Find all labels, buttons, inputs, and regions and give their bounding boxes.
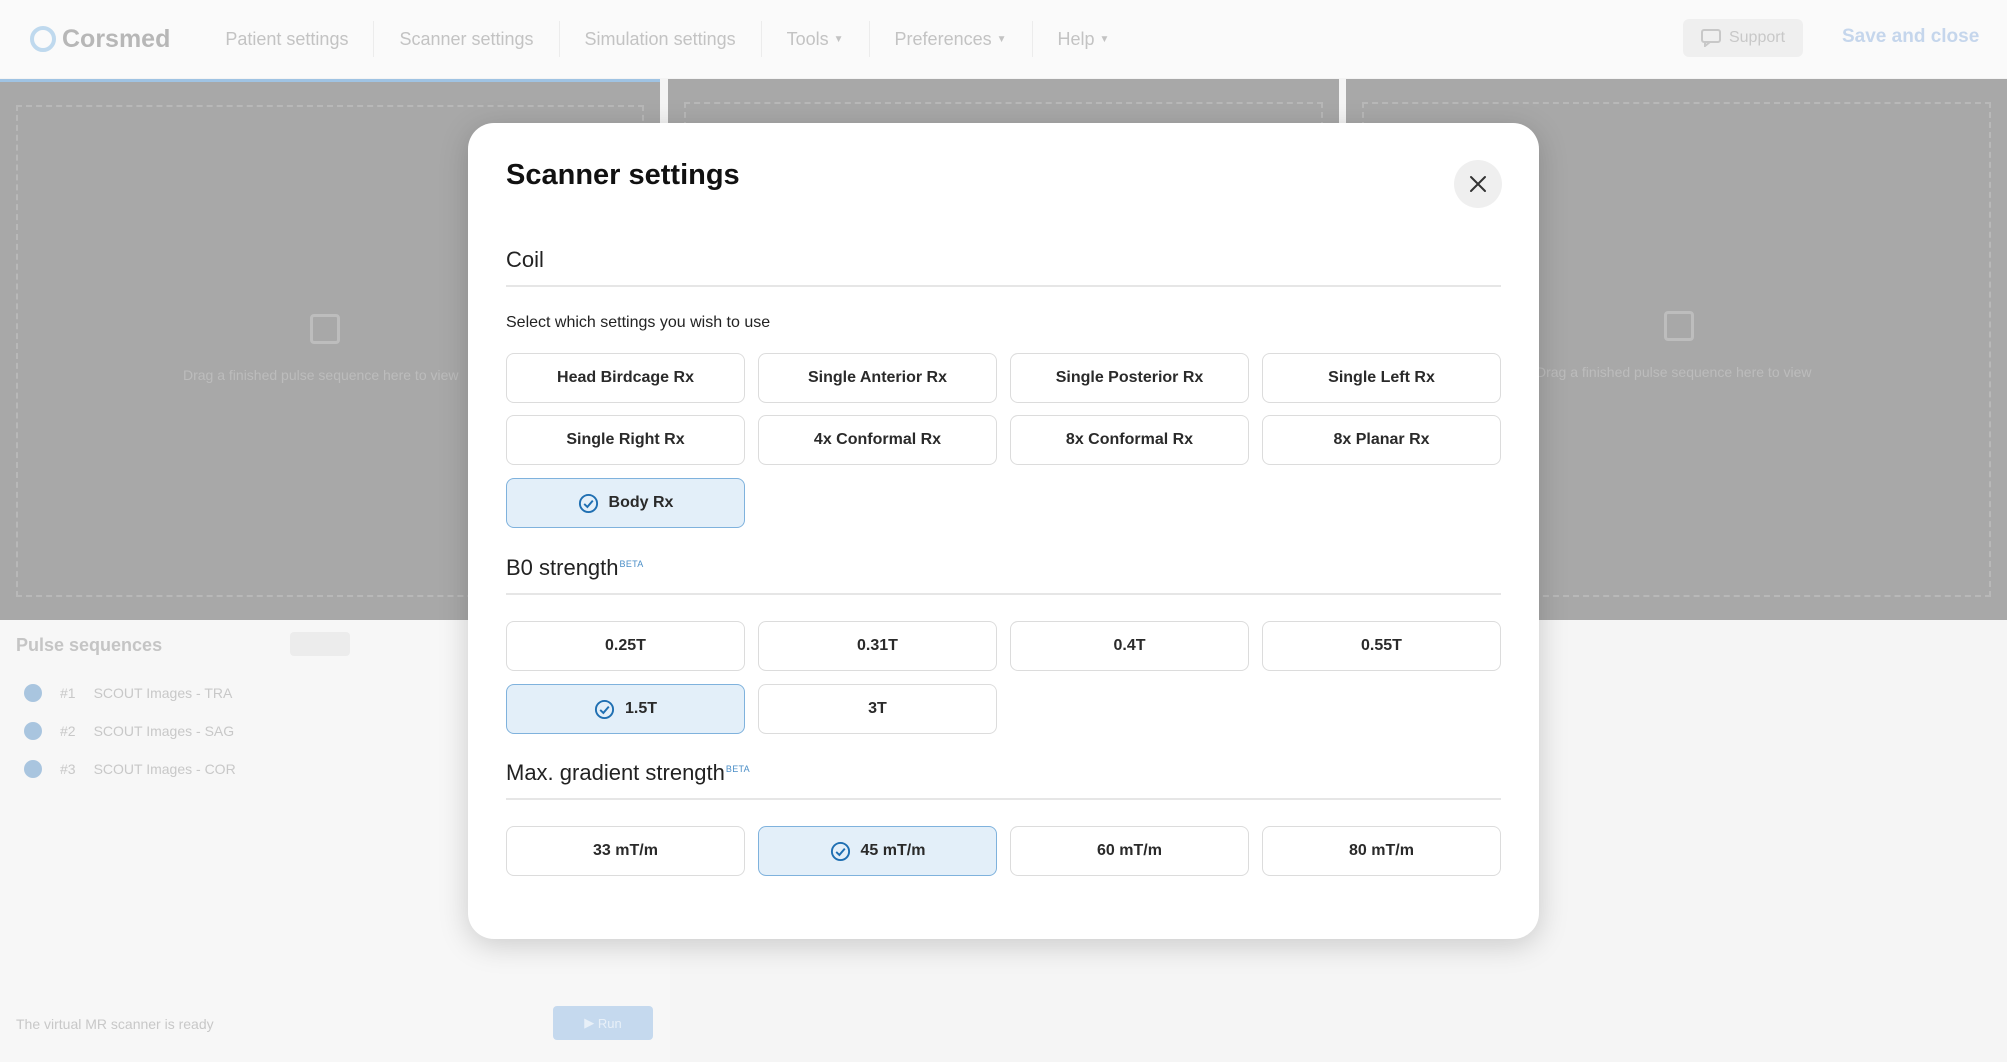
drop-hint-text: Drag a finished pulse sequence here to v… (183, 367, 459, 383)
gradient-option-80[interactable]: 80 mT/m (1262, 826, 1501, 876)
pulse-sequence-row[interactable]: #1 SCOUT Images - TRA (24, 683, 232, 703)
pulse-sequences-title: Pulse sequences (16, 635, 163, 655)
b0-option-0-31t[interactable]: 0.31T (758, 621, 997, 671)
run-button[interactable]: ▶ Run (553, 1006, 653, 1040)
b0-heading: B0 strength (506, 555, 619, 580)
beta-badge: BETA (725, 763, 750, 774)
gradient-option-45[interactable]: 45 mT/m (758, 826, 997, 876)
coil-option-single-posterior-rx[interactable]: Single Posterior Rx (1010, 353, 1249, 403)
coil-hint-text: Select which settings you wish to use (506, 314, 771, 331)
gradient-section-header: Max. gradient strengthBETA (506, 752, 1501, 800)
check-circle-icon (24, 722, 42, 740)
scanner-settings-modal: Scanner settings Coil Select which setti… (468, 123, 1539, 939)
chevron-down-icon: ▼ (1099, 33, 1110, 45)
chevron-down-icon: ▼ (996, 33, 1007, 45)
support-button[interactable]: Support (1683, 19, 1803, 57)
check-circle-icon (594, 699, 615, 719)
logo-text: Corsmed (62, 24, 171, 53)
nav-preferences-menu[interactable]: Preferences ▼ (870, 21, 1033, 57)
gradient-option-33[interactable]: 33 mT/m (506, 826, 745, 876)
chevron-down-icon: ▼ (833, 33, 844, 45)
save-and-close-link[interactable]: Save and close (1842, 26, 1979, 48)
check-circle-icon (578, 493, 598, 513)
b0-option-3t[interactable]: 3T (758, 684, 997, 734)
close-icon (1470, 176, 1486, 192)
check-circle-icon (24, 684, 42, 702)
coil-option-single-right-rx[interactable]: Single Right Rx (506, 415, 745, 465)
chat-icon (1700, 29, 1721, 47)
play-icon: ▶ (584, 1015, 598, 1030)
b0-section-header: B0 strengthBETA (506, 547, 1501, 595)
app-logo[interactable]: Corsmed (30, 25, 170, 54)
modal-title: Scanner settings (506, 159, 740, 191)
pulse-sequence-row[interactable]: #3 SCOUT Images - COR (24, 759, 236, 779)
close-button[interactable] (1454, 160, 1502, 208)
gradient-option-60[interactable]: 60 mT/m (1010, 826, 1249, 876)
nav-patient-settings[interactable]: Patient settings (200, 21, 375, 57)
nav-scanner-settings[interactable]: Scanner settings (374, 21, 560, 57)
check-circle-icon (24, 760, 42, 778)
coil-option-8x-planar-rx[interactable]: 8x Planar Rx (1262, 415, 1501, 465)
coil-section-header: Coil (506, 239, 1501, 287)
nav-simulation-settings[interactable]: Simulation settings (560, 21, 762, 57)
coil-option-8x-conformal-rx[interactable]: 8x Conformal Rx (1010, 415, 1249, 465)
nav-help-menu[interactable]: Help ▼ (1033, 21, 1135, 57)
image-icon (1664, 311, 1694, 341)
coil-option-single-anterior-rx[interactable]: Single Anterior Rx (758, 353, 997, 403)
scanner-status-text: The virtual MR scanner is ready (16, 1016, 214, 1032)
pulse-filter-pill[interactable] (290, 632, 350, 656)
pulse-sequence-row[interactable]: #2 SCOUT Images - SAG (24, 721, 234, 741)
image-icon (310, 314, 340, 344)
drop-hint-text: Drag a finished pulse sequence here to v… (1536, 364, 1812, 380)
b0-option-0-55t[interactable]: 0.55T (1262, 621, 1501, 671)
beta-badge: BETA (619, 558, 644, 569)
coil-option-single-left-rx[interactable]: Single Left Rx (1262, 353, 1501, 403)
gradient-heading: Max. gradient strength (506, 760, 725, 785)
b0-option-1-5t[interactable]: 1.5T (506, 684, 745, 734)
coil-option-head-birdcage-rx[interactable]: Head Birdcage Rx (506, 353, 745, 403)
coil-heading: Coil (506, 247, 544, 272)
coil-option-4x-conformal-rx[interactable]: 4x Conformal Rx (758, 415, 997, 465)
check-circle-icon (830, 841, 850, 861)
b0-option-0-4t[interactable]: 0.4T (1010, 621, 1249, 671)
b0-option-0-25t[interactable]: 0.25T (506, 621, 745, 671)
coil-option-body-rx[interactable]: Body Rx (506, 478, 745, 528)
nav-tools-menu[interactable]: Tools ▼ (762, 21, 870, 57)
logo-icon (30, 26, 56, 52)
